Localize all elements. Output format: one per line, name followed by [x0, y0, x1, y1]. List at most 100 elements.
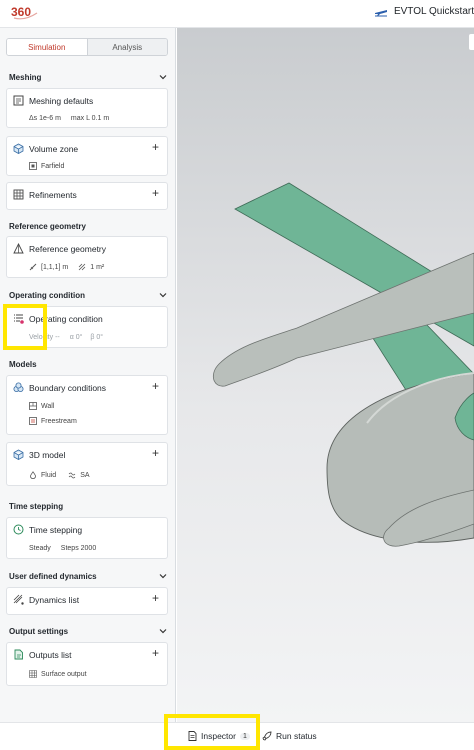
add-boundary-condition-button[interactable]: +: [152, 380, 159, 392]
app-logo[interactable]: 360: [10, 4, 40, 25]
freestream-icon: [29, 417, 37, 425]
section-header-operating-condition[interactable]: Operating condition: [0, 286, 175, 304]
alpha-value: α 0°: [69, 334, 83, 341]
velocity-value: Velocity --: [29, 334, 60, 341]
farfield-icon: [29, 162, 37, 170]
rocket-icon: [262, 731, 272, 741]
boundary-condition-item-freestream[interactable]: Freestream: [29, 417, 77, 425]
clock-icon: [13, 524, 24, 535]
section-header-models[interactable]: Models: [0, 355, 175, 373]
tab-analysis[interactable]: Analysis: [87, 39, 167, 55]
droplet-icon: [30, 471, 36, 479]
section-title-meshing: Meshing: [9, 72, 42, 82]
3d-model-label: 3D model: [29, 450, 66, 460]
area-icon: [78, 263, 86, 271]
card-3d-model[interactable]: 3D model + Fluid SA: [6, 442, 168, 486]
freestream-label: Freestream: [41, 417, 77, 425]
chevron-down-icon[interactable]: [159, 628, 167, 634]
inspector-count-badge: 1: [239, 732, 250, 740]
viewport-panel-handle[interactable]: [469, 34, 474, 50]
add-model-button[interactable]: +: [152, 447, 159, 459]
tab-simulation[interactable]: Simulation: [7, 39, 88, 55]
3d-model-values: Fluid SA: [29, 471, 90, 479]
volume-zone-item[interactable]: Farfield: [29, 162, 64, 170]
section-header-user-defined-dynamics[interactable]: User defined dynamics: [0, 567, 175, 585]
add-output-button[interactable]: +: [152, 647, 159, 659]
cube-3d-icon: [13, 449, 24, 460]
section-header-meshing[interactable]: Meshing: [0, 68, 175, 86]
section-title-user-defined-dynamics: User defined dynamics: [9, 571, 97, 581]
card-dynamics-list[interactable]: Dynamics list +: [6, 587, 168, 615]
mesh-defaults-icon: [13, 95, 24, 106]
add-dynamics-button[interactable]: +: [152, 592, 159, 604]
card-time-stepping[interactable]: Time stepping Steady Steps 2000: [6, 517, 168, 559]
boundary-conditions-label: Boundary conditions: [29, 383, 107, 393]
max-edge-length: max L 0.1 m: [70, 115, 110, 122]
meshing-defaults-values: Δs 1e-6 m max L 0.1 m: [29, 115, 109, 122]
card-refinements[interactable]: Refinements +: [6, 182, 168, 210]
output-file-icon: [14, 649, 23, 660]
top-bar: 360 EVTOL Quickstart: [0, 0, 474, 28]
chevron-down-icon[interactable]: [159, 573, 167, 579]
operating-condition-values: Velocity -- α 0° β 0°: [29, 334, 103, 341]
meshing-defaults-label: Meshing defaults: [29, 96, 94, 106]
card-volume-zone[interactable]: Volume zone + Farfield: [6, 136, 168, 176]
volume-zone-label: Volume zone: [29, 144, 79, 154]
chevron-down-icon[interactable]: [159, 74, 167, 80]
cube-icon: [13, 143, 24, 154]
run-status-label: Run status: [276, 731, 317, 741]
section-header-time-stepping[interactable]: Time stepping: [0, 497, 175, 515]
dynamics-icon: [13, 594, 24, 605]
sidebar: Simulation Analysis Meshing Meshing defa…: [0, 28, 176, 722]
document-icon: [188, 731, 197, 741]
wall-icon: [29, 402, 37, 410]
chevron-down-icon[interactable]: [159, 292, 167, 298]
card-reference-geometry[interactable]: Reference geometry [1,1,1] m 1 m²: [6, 236, 168, 278]
time-stepping-steps: Steps 2000: [60, 545, 97, 552]
beta-value: β 0°: [90, 334, 104, 341]
farfield-label: Farfield: [41, 162, 65, 170]
add-refinement-button[interactable]: +: [152, 187, 159, 199]
card-operating-condition[interactable]: Operating condition Velocity -- α 0° β 0…: [6, 306, 168, 348]
card-meshing-defaults[interactable]: Meshing defaults Δs 1e-6 m max L 0.1 m: [6, 88, 168, 128]
outputs-list-label: Outputs list: [29, 650, 72, 660]
time-stepping-mode: Steady: [29, 545, 51, 552]
mode-tabs: Simulation Analysis: [6, 38, 168, 56]
inspector-label: Inspector: [201, 731, 236, 741]
dynamics-list-label: Dynamics list: [29, 595, 80, 605]
section-title-output-settings: Output settings: [9, 626, 69, 636]
aircraft-model[interactable]: [177, 28, 474, 722]
card-outputs-list[interactable]: Outputs list + Surface output: [6, 642, 168, 686]
reference-geometry-values: [1,1,1] m 1 m²: [29, 263, 104, 271]
add-volume-zone-button[interactable]: +: [152, 141, 159, 153]
list-warning-icon: [14, 314, 24, 324]
fluid-label: Fluid: [41, 471, 57, 479]
output-item-surface[interactable]: Surface output: [29, 670, 87, 678]
boundary-condition-item-wall[interactable]: Wall: [29, 402, 54, 410]
3d-viewport[interactable]: [177, 28, 474, 722]
wall-label: Wall: [41, 402, 55, 410]
triangle-ruler-icon: [13, 243, 24, 254]
circles-icon: [13, 382, 24, 392]
surface-output-label: Surface output: [41, 670, 87, 678]
section-title-reference-geometry: Reference geometry: [9, 221, 86, 231]
turbulence-model-label: SA: [80, 471, 90, 479]
section-title-operating-condition: Operating condition: [9, 290, 85, 300]
inspector-button[interactable]: Inspector 1: [188, 731, 250, 741]
project-name: EVTOL Quickstart: [393, 6, 474, 17]
project-selector[interactable]: EVTOL Quickstart: [374, 6, 474, 17]
section-title-time-stepping: Time stepping: [9, 501, 64, 511]
card-boundary-conditions[interactable]: Boundary conditions + Wall Freestream: [6, 375, 168, 435]
surface-grid-icon: [29, 670, 37, 678]
section-header-output-settings[interactable]: Output settings: [0, 622, 175, 640]
reference-geometry-label: Reference geometry: [29, 244, 107, 254]
area-value: 1 m²: [90, 263, 105, 271]
time-stepping-label: Time stepping: [29, 525, 83, 535]
time-stepping-values: Steady Steps 2000: [29, 545, 96, 552]
run-status-button[interactable]: Run status: [262, 731, 317, 741]
airplane-icon: [374, 9, 387, 16]
section-title-models: Models: [9, 359, 37, 369]
section-header-reference-geometry[interactable]: Reference geometry: [0, 217, 175, 235]
operating-condition-label: Operating condition: [29, 314, 103, 324]
grid-icon: [13, 189, 24, 200]
